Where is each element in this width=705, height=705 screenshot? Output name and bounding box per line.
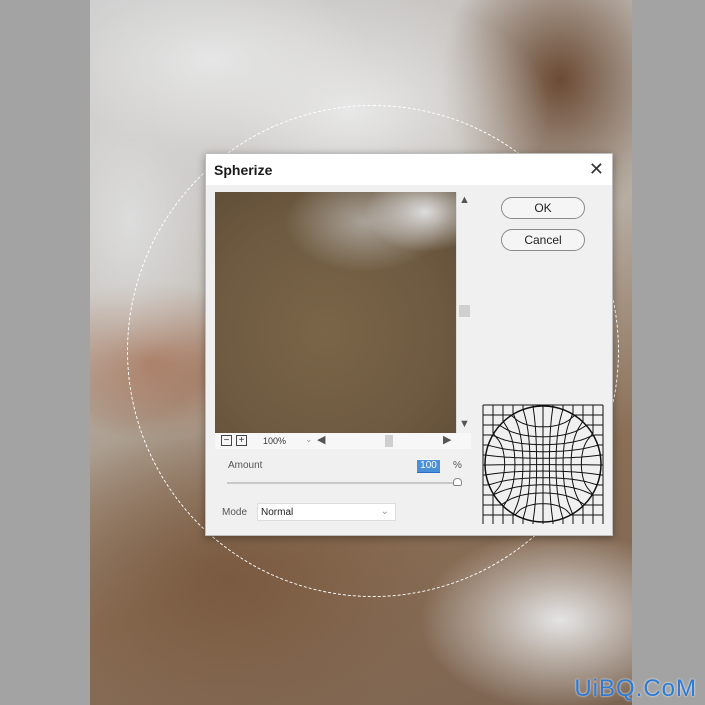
spherize-dialog: Spherize ✕ ▲ ▼ − + 100% ⌄ ◀ ▶ OK Cancel … [205,153,613,536]
scroll-down-icon[interactable]: ▼ [459,419,470,430]
amount-input[interactable]: 100 [417,459,440,473]
watermark: UiBQ.CoM [574,675,697,702]
amount-label: Amount [228,460,263,471]
mode-label: Mode [222,507,248,518]
title-bar: Spherize ✕ [206,154,612,185]
mode-value: Normal [261,507,294,518]
chevron-down-icon[interactable]: ⌄ [305,434,313,445]
zoom-bar: − + 100% ⌄ ◀ ▶ [215,433,471,449]
scroll-up-icon[interactable]: ▲ [459,195,470,206]
amount-slider-track[interactable] [227,482,457,484]
chevron-down-icon: ⌄ [380,506,389,517]
zoom-value: 100% [263,436,287,446]
horizontal-scroll-thumb[interactable] [385,435,393,447]
dialog-title: Spherize [214,162,273,178]
scroll-left-icon[interactable]: ◀ [317,435,325,446]
mode-select[interactable]: Normal ⌄ [257,503,396,521]
cancel-button[interactable]: Cancel [501,229,585,251]
filter-preview[interactable] [215,192,456,433]
zoom-out-button[interactable]: − [221,435,232,446]
spherize-grid-preview [482,404,604,524]
vertical-scrollbar[interactable]: ▲ ▼ [456,192,471,433]
scroll-thumb[interactable] [459,305,470,317]
percent-unit: % [453,460,462,471]
ok-button[interactable]: OK [501,197,585,219]
zoom-in-button[interactable]: + [236,435,247,446]
close-icon[interactable]: ✕ [589,159,604,180]
scroll-right-icon[interactable]: ▶ [443,435,451,446]
amount-slider-handle[interactable] [453,478,462,486]
grid-lines [482,404,604,524]
